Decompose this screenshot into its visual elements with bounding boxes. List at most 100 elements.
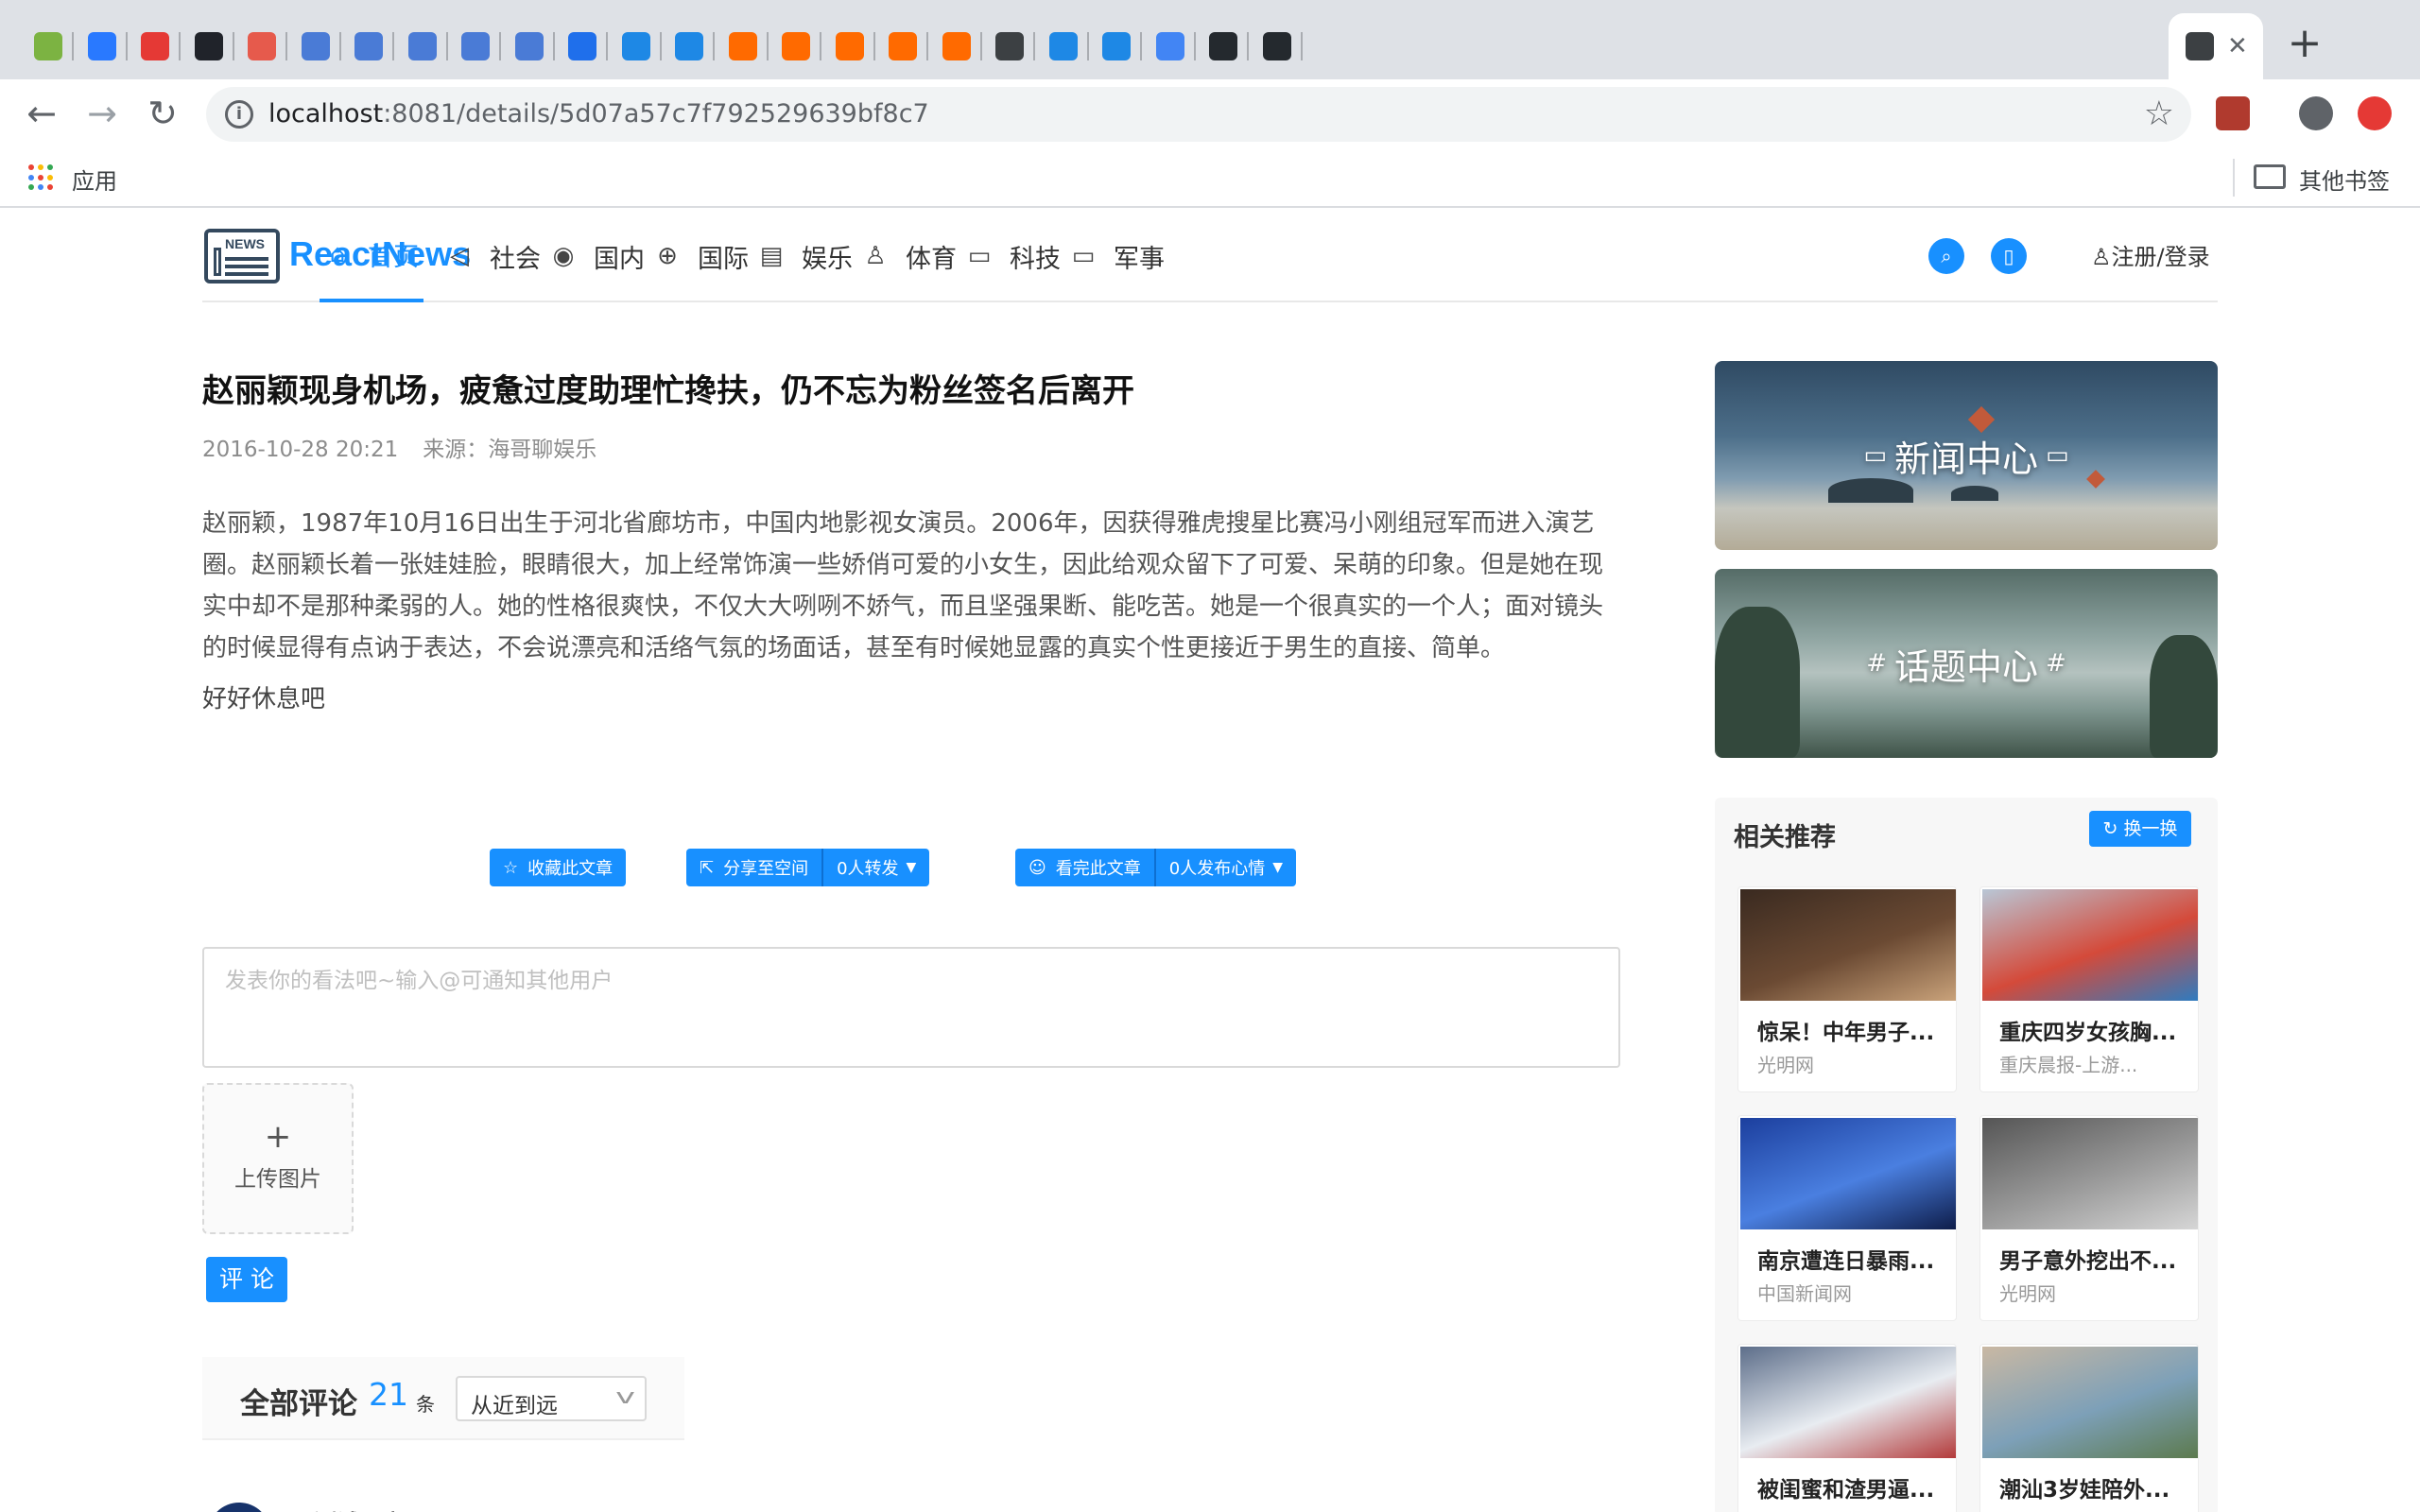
apps-bookmark[interactable]: 应用	[72, 163, 117, 196]
related-title-text[interactable]: 被闺蜜和渣男逼...	[1757, 1471, 1934, 1503]
browser-tab[interactable]: re	[1196, 13, 1249, 79]
address-url[interactable]: localhost:8081/details/5d07a57c7f7925296…	[268, 99, 929, 129]
browser-tab[interactable]: 云	[769, 13, 821, 79]
other-bookmarks[interactable]: 其他书签	[2299, 163, 2390, 196]
bookmark-star-icon[interactable]: ☆	[2144, 94, 2174, 133]
nav-item[interactable]: ◉ 国内	[550, 210, 645, 302]
close-tab-icon[interactable]: ✕	[2227, 32, 2248, 60]
related-title-text[interactable]: 南京遭连日暴雨...	[1757, 1243, 1934, 1275]
related-title-text[interactable]: 惊呆！中年男子...	[1757, 1014, 1934, 1046]
browser-tab[interactable]: 十	[609, 13, 662, 79]
browser-tab[interactable]: 阿	[716, 13, 769, 79]
related-thumbnail[interactable]	[1740, 1118, 1956, 1229]
related-card[interactable]: 潮汕3岁娃陪外... 南方都市报	[1979, 1344, 2199, 1512]
browser-tab[interactable]: R	[982, 13, 1035, 79]
mobile-button[interactable]: ▯	[1991, 238, 2027, 274]
related-card[interactable]: 南京遭连日暴雨... 中国新闻网	[1737, 1115, 1957, 1321]
browser-tab[interactable]: h	[21, 13, 74, 79]
topic-center-banner[interactable]: # 话题中心 #	[1715, 569, 2218, 758]
sort-select[interactable]: 从近到远 v	[456, 1376, 647, 1421]
comment-input-wrapper	[202, 947, 1620, 1068]
avatar[interactable]	[208, 1503, 270, 1512]
related-card[interactable]: 惊呆！中年男子... 光明网	[1737, 886, 1957, 1092]
apps-grid-icon[interactable]	[28, 164, 55, 191]
site-info-icon[interactable]: i	[225, 100, 253, 129]
comment-username[interactable]: 测试用户222	[314, 1504, 452, 1512]
finished-button[interactable]: ☺ 看完此文章	[1015, 849, 1154, 886]
search-button[interactable]: ⌕	[1928, 238, 1964, 274]
back-button[interactable]: ←	[21, 93, 62, 134]
upload-image-button[interactable]: + 上传图片	[202, 1083, 354, 1234]
related-title-text[interactable]: 重庆四岁女孩胸...	[1999, 1014, 2176, 1046]
globe-icon: ⊕	[657, 242, 678, 270]
related-card[interactable]: 男子意外挖出不... 光明网	[1979, 1115, 2199, 1321]
nav-item[interactable]: ▭ 军事	[1070, 210, 1165, 302]
browser-toolbar: ← → ↻ i localhost:8081/details/5d07a57c7…	[0, 79, 2420, 147]
aliyun-icon	[889, 32, 917, 60]
nav-item[interactable]: ⊕ 国际	[654, 210, 749, 302]
browser-tab[interactable]	[341, 13, 394, 79]
browser-tab[interactable]: 村	[182, 13, 234, 79]
nav-item[interactable]: ♙ 体育	[862, 210, 957, 302]
reload-button[interactable]: ↻	[142, 93, 183, 134]
login-link[interactable]: ♙注册/登录	[2091, 238, 2210, 271]
upload-label: 上传图片	[234, 1167, 321, 1192]
browser-tab[interactable]: E	[1250, 13, 1303, 79]
share-button-group[interactable]: ⇱ 分享至空间 0人转发 ▼	[686, 849, 930, 886]
browser-tab[interactable]: 右	[1036, 13, 1089, 79]
browser-tab[interactable]	[288, 13, 341, 79]
related-title-text[interactable]: 潮汕3岁娃陪外...	[1999, 1471, 2169, 1503]
browser-tab-active[interactable]: ✕	[2169, 13, 2263, 79]
browser-tab[interactable]: 云	[929, 13, 982, 79]
favorite-button[interactable]: ☆ 收藏此文章	[490, 849, 627, 886]
related-card[interactable]: 被闺蜜和渣男逼... 中新经纬	[1737, 1344, 1957, 1512]
browser-tab[interactable]	[395, 13, 448, 79]
folder-icon[interactable]	[2254, 164, 2286, 189]
browser-tab[interactable]: 入	[1089, 13, 1142, 79]
article-source: 来源：海哥聊娱乐	[423, 438, 597, 462]
nav-item[interactable]: ▭ 科技	[966, 210, 1061, 302]
browser-tab[interactable]: 阿	[822, 13, 875, 79]
browser-tab[interactable]: 简	[502, 13, 555, 79]
web-page: NEWS ReactNews ⌕ ▯ ♙注册/登录 ⌂ 首页 ◁ 社会 ◉ 国内 ⊕ 国际 ▤ 娱…	[0, 210, 2420, 1512]
update-icon[interactable]	[2358, 96, 2392, 130]
submit-comment-button[interactable]: 评 论	[206, 1257, 287, 1302]
share-button[interactable]: ⇱ 分享至空间	[686, 849, 821, 886]
related-thumbnail[interactable]	[1740, 1347, 1956, 1458]
forward-button[interactable]: →	[81, 93, 123, 134]
globe-icon	[2186, 32, 2214, 60]
nav-item[interactable]: ▤ 娱乐	[758, 210, 853, 302]
browser-tab[interactable]: m	[128, 13, 181, 79]
browser-tab[interactable]: 文	[555, 13, 608, 79]
address-bar[interactable]: i localhost:8081/details/5d07a57c7f79252…	[206, 87, 2191, 142]
hash-icon: #	[2046, 649, 2066, 678]
mood-button-group[interactable]: ☺ 看完此文章 0人发布心情 ▼	[1015, 849, 1296, 886]
topic-center-label: 话题中心	[1893, 645, 2038, 688]
browser-tab[interactable]: N	[662, 13, 715, 79]
browser-tab[interactable]: g	[75, 13, 128, 79]
browser-tab[interactable]: 域	[875, 13, 928, 79]
related-thumbnail[interactable]	[1982, 1347, 2198, 1458]
browser-tab[interactable]: G	[1143, 13, 1196, 79]
profile-avatar-icon[interactable]	[2299, 96, 2333, 130]
comment-input[interactable]	[204, 949, 1618, 1066]
related-title-text[interactable]: 男子意外挖出不...	[1999, 1243, 2176, 1275]
related-thumbnail[interactable]	[1982, 889, 2198, 1001]
aliyun-icon	[942, 32, 971, 60]
nav-label: 首页	[368, 242, 419, 272]
related-thumbnail[interactable]	[1740, 889, 1956, 1001]
new-tab-button[interactable]: +	[2282, 21, 2327, 66]
nav-item[interactable]: ⌂ 首页	[320, 210, 424, 302]
related-source: 中国新闻网	[1757, 1282, 1852, 1305]
related-card[interactable]: 重庆四岁女孩胸... 重庆晨报-上游...	[1979, 886, 2199, 1092]
browser-tab[interactable]	[448, 13, 501, 79]
share-count-dropdown[interactable]: 0人转发 ▼	[821, 849, 929, 886]
news-logo-icon[interactable]: NEWS	[204, 229, 280, 284]
refresh-button[interactable]: ↻ 换一换	[2089, 811, 2191, 847]
mood-dropdown[interactable]: 0人发布心情 ▼	[1153, 849, 1296, 886]
nav-item[interactable]: ◁ 社会	[446, 210, 541, 302]
related-thumbnail[interactable]	[1982, 1118, 2198, 1229]
news-center-banner[interactable]: ▭ 新闻中心 ▭	[1715, 361, 2218, 550]
browser-tab[interactable]: W	[234, 13, 287, 79]
extension-icon[interactable]	[2216, 96, 2250, 130]
